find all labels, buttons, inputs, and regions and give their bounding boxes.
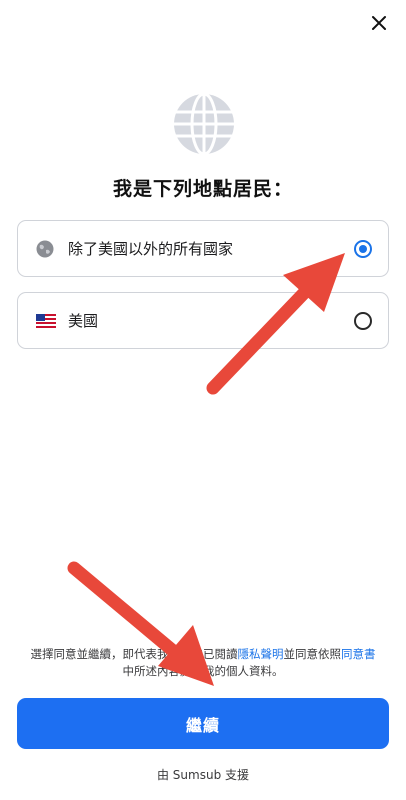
globe-small-icon bbox=[36, 238, 58, 260]
close-button[interactable] bbox=[366, 10, 392, 36]
us-flag-icon bbox=[36, 310, 58, 332]
consent-suffix: 中所述內容處理我的個人資料。 bbox=[122, 664, 284, 678]
option-label: 美國 bbox=[68, 312, 99, 330]
consent-text: 選擇同意並繼續，即代表我同意我已閱讀隱私聲明並同意依照同意書 中所述內容處理我的… bbox=[10, 646, 396, 680]
radio-unselected[interactable] bbox=[354, 311, 372, 330]
page-title: 我是下列地點居民： bbox=[112, 178, 293, 200]
powered-by: 由 Sumsub 支援 bbox=[156, 768, 250, 782]
radio-selected[interactable] bbox=[354, 239, 372, 258]
consent-prefix: 選擇同意並繼續，即代表我同意我已閱讀 bbox=[30, 647, 238, 661]
privacy-link[interactable]: 隱私聲明 bbox=[238, 647, 284, 661]
globe-icon bbox=[172, 92, 236, 156]
close-icon bbox=[372, 16, 386, 30]
consent-middle: 並同意依照 bbox=[283, 647, 342, 661]
option-label: 除了美國以外的所有國家 bbox=[68, 240, 234, 258]
agreement-link[interactable]: 同意書 bbox=[341, 647, 376, 661]
option-all-except-us[interactable]: 除了美國以外的所有國家 bbox=[17, 220, 389, 277]
option-us[interactable]: 美國 bbox=[17, 292, 389, 349]
continue-button[interactable]: 繼續 bbox=[17, 698, 389, 749]
